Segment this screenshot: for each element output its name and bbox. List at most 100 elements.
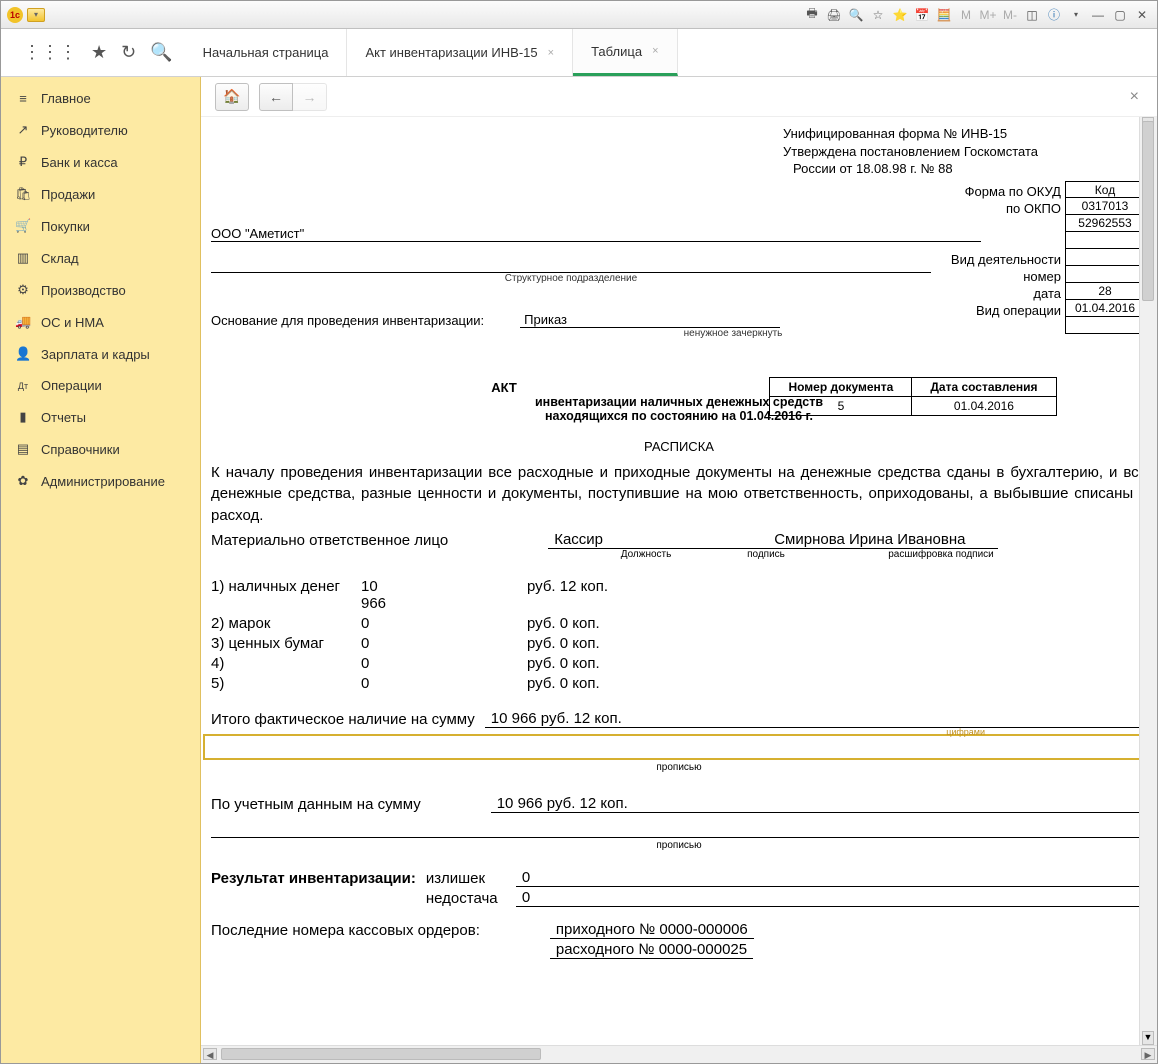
sidebar-item-label: Главное [41,91,91,106]
app-menu-dropdown[interactable]: ▾ [27,8,45,22]
horizontal-scrollbar[interactable]: ◀ ▶ [201,1045,1157,1063]
scroll-down-icon[interactable]: ▼ [1142,1031,1154,1045]
favorites-icon[interactable]: ⭐ [891,6,909,24]
acct-value: 10 966 руб. 12 коп. [491,795,1147,813]
close-window-icon[interactable]: ✕ [1133,6,1151,24]
sidebar-item-assets[interactable]: 🚚 ОС и НМА [1,306,200,338]
vertical-scrollbar[interactable]: ▲ ▼ [1139,117,1157,1045]
sidebar-item-label: Банк и касса [41,155,118,170]
truck-icon: 🚚 [15,314,31,330]
tab-label: Начальная страница [203,45,329,60]
okud-label: Форма по ОКУД [951,183,1061,200]
print-icon[interactable]: 🖶 [803,6,821,24]
dtk-icon: Дт [15,381,31,391]
print-direct-icon[interactable]: 🖨 [825,6,843,24]
sidebar-item-sales[interactable]: 🛍Продажи [1,178,200,210]
sidebar-item-label: Зарплата и кадры [41,347,150,362]
tab-table[interactable]: Таблица × [573,29,677,76]
bars-icon: ▮ [15,409,31,425]
surplus-value: 0 [516,869,1147,887]
sidebar-item-label: Руководителю [41,123,128,138]
total-actual-row: Итого фактическое наличие на сумму 10 96… [211,710,1147,728]
tab-start-page[interactable]: Начальная страница [185,29,348,76]
basis-label: Основание для проведения инвентаризации: [211,313,484,328]
document-scroll[interactable]: Унифицированная форма № ИНВ-15 Утвержден… [201,117,1157,1045]
document: Унифицированная форма № ИНВ-15 Утвержден… [201,117,1157,979]
app-logo-icon: 1c [7,7,23,23]
sidebar-item-admin[interactable]: ✿Администрирование [1,465,200,497]
okpo-label: по ОКПО [951,200,1061,217]
fio-value: Смирнова Ирина Ивановна [768,531,998,549]
sidebar-item-label: ОС и НМА [41,315,104,330]
star-icon[interactable]: ★ [91,42,107,63]
sidebar-item-label: Продажи [41,187,95,202]
memory-mplus-icon[interactable]: M+ [979,6,997,24]
sidebar-item-label: Отчеты [41,410,86,425]
sub-sign: подпись [711,549,821,560]
result-label: Результат инвентаризации: [211,870,416,887]
close-icon[interactable]: × [652,45,658,57]
sidebar-item-manager[interactable]: ↗Руководителю [1,114,200,146]
forward-button: → [293,83,327,111]
tab-inv15-act[interactable]: Акт инвентаризации ИНВ-15 × [347,29,573,76]
incoming-order: приходного № 0000-000006 [550,921,754,939]
form-title-line: Утверждена постановлением Госкомстата [783,143,1155,161]
responsible-sublabels: Должность подпись расшифровка подписи [211,549,1147,560]
info-icon[interactable]: ⓘ [1045,6,1063,24]
words-hint: прописью [203,840,1155,851]
total-label: Итого фактическое наличие на сумму [211,711,475,728]
memory-mminus-icon[interactable]: M- [1001,6,1019,24]
amount-row: 5)0руб. 0 коп. [211,675,1147,692]
sidebar-item-salary[interactable]: 👤 Зарплата и кадры [1,338,200,370]
close-icon[interactable]: × [548,47,554,59]
sidebar-item-reports[interactable]: ▮ Отчеты [1,401,200,433]
maximize-icon[interactable]: ▢ [1111,6,1129,24]
factory-icon: ⚙ [15,282,31,298]
sidebar-item-bank[interactable]: ₽Банк и касса [1,146,200,178]
sidebar-item-main[interactable]: ≡Главное [1,83,200,114]
apps-grid-icon[interactable]: ⋮⋮⋮ [23,42,77,63]
okpo-value: 52962553 [1066,215,1144,232]
basis-value: Приказ [520,312,780,328]
sidebar-item-label: Справочники [41,442,120,457]
sidebar-item-label: Администрирование [41,474,165,489]
calculator-icon[interactable]: 🧮 [935,6,953,24]
scroll-thumb[interactable] [221,1048,541,1060]
minimize-icon[interactable]: — [1089,6,1107,24]
optype-label: Вид операции [951,302,1061,319]
history-icon[interactable]: ↻ [121,42,136,63]
sidebar-item-warehouse[interactable]: ▥Склад [1,242,200,274]
blank-cell [1066,232,1144,249]
sidebar-item-operations[interactable]: ДтОперации [1,370,200,401]
favorite-add-icon[interactable]: ☆ [869,6,887,24]
form-header: Унифицированная форма № ИНВ-15 Утвержден… [203,125,1155,178]
selected-words-cell[interactable]: цифрами [203,734,1147,760]
amount-row: 2) марок0руб. 0 коп. [211,615,1147,632]
sidebar-item-purchases[interactable]: 🛒Покупки [1,210,200,242]
home-button[interactable]: 🏠 [215,83,249,111]
division-hint: Структурное подразделение [211,273,931,284]
dropdown-icon[interactable]: ▾ [1067,6,1085,24]
blank-cell [1066,317,1144,334]
amount-row: 1) наличных денег10 966руб. 12 коп. [211,578,1147,612]
code-values: Код 0317013 52962553 28 01.04.2016 [1065,181,1145,334]
scroll-left-icon[interactable]: ◀ [203,1048,217,1060]
docdate-header: Дата составления [912,377,1056,396]
sidebar-item-production[interactable]: ⚙Производство [1,274,200,306]
blank-cell [1066,266,1144,283]
scroll-right-icon[interactable]: ▶ [1141,1048,1155,1060]
panels-icon[interactable]: ◫ [1023,6,1041,24]
calendar-icon[interactable]: 📅 [913,6,931,24]
content-area: 🏠 ← → × Унифицированная форма № ИНВ-15 У… [201,77,1157,1063]
sidebar-item-catalogs[interactable]: ▤Справочники [1,433,200,465]
shortage-value: 0 [516,889,1147,907]
memory-m-icon[interactable]: M [957,6,975,24]
back-button[interactable]: ← [259,83,293,111]
person-icon: 👤 [15,346,31,362]
scroll-thumb[interactable] [1142,121,1154,301]
search-icon[interactable]: 🔍 [150,42,172,63]
signature-field [668,531,768,549]
preview-icon[interactable]: 🔍 [847,6,865,24]
close-tab-icon[interactable]: × [1130,88,1143,106]
date-value: 01.04.2016 [1066,300,1144,317]
